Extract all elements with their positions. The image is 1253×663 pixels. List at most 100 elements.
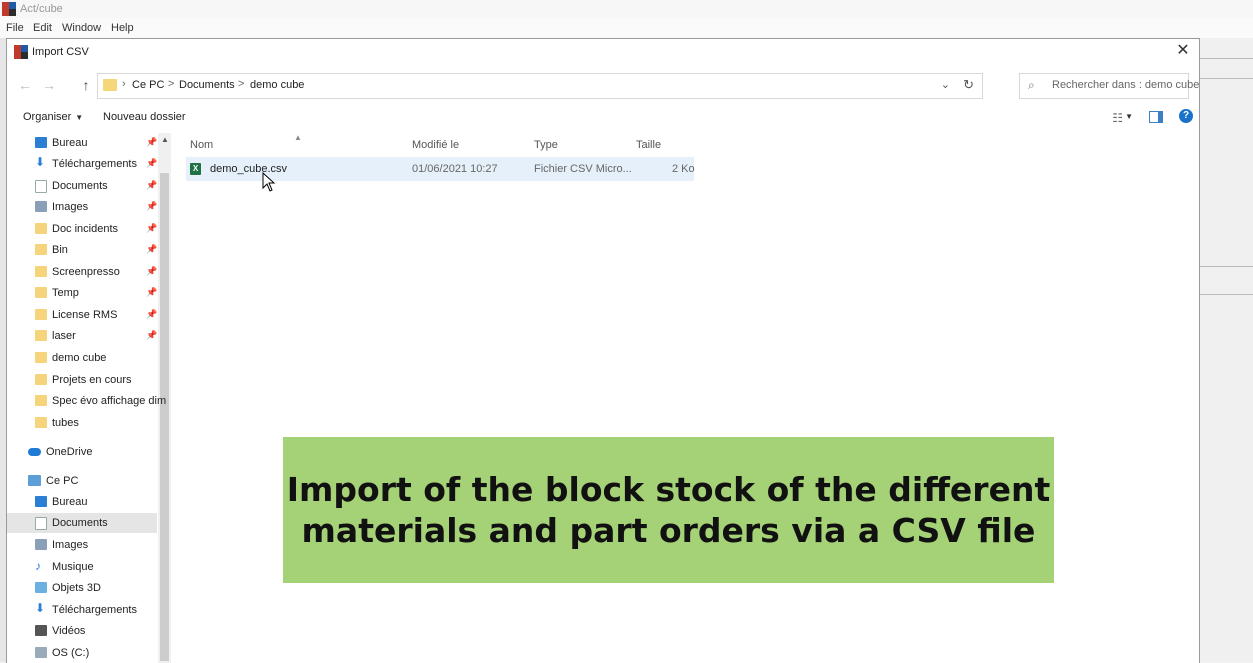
chevron-down-icon[interactable]: ▼ (1125, 112, 1133, 121)
music-icon: ♪ (35, 559, 41, 573)
sidebar-item-screenpresso[interactable]: Screenpresso 📌 (7, 262, 157, 282)
organize-button[interactable]: Organiser ▼ (23, 111, 83, 123)
scroll-up-icon[interactable]: ▲ (161, 135, 169, 144)
column-header-type[interactable]: Type (534, 139, 558, 151)
folder-icon (35, 309, 47, 320)
divider (1199, 294, 1253, 295)
sidebar-item-telechargements[interactable]: ⬇ Téléchargements 📌 (7, 154, 157, 174)
sidebar-item-label: Bin (52, 244, 68, 256)
3d-objects-icon (35, 582, 47, 593)
sidebar-item-this-pc[interactable]: Ce PC (7, 471, 157, 491)
navigation-pane: ▲ Bureau 📌 ⬇ Téléchargements 📌 Documents… (7, 133, 173, 663)
menu-edit[interactable]: Edit (33, 22, 52, 34)
sidebar-item-label: Documents (52, 517, 108, 529)
sidebar-item-laser[interactable]: laser 📌 (7, 326, 157, 346)
sidebar-item-label: Vidéos (52, 625, 86, 637)
pin-icon[interactable]: 📌 (146, 137, 157, 148)
sidebar-item-doc-incidents[interactable]: Doc incidents 📌 (7, 219, 157, 239)
close-button[interactable]: ✕ (1173, 41, 1193, 61)
onedrive-icon (28, 448, 41, 456)
divider (1199, 78, 1253, 79)
pin-icon[interactable]: 📌 (146, 309, 157, 320)
chevron-down-icon: ▼ (75, 113, 84, 122)
pin-icon[interactable]: 📌 (146, 330, 157, 341)
downloads-icon: ⬇ (35, 155, 46, 169)
menu-help[interactable]: Help (111, 22, 134, 34)
pin-icon[interactable]: 📌 (146, 266, 157, 277)
sidebar-item-label: laser (52, 330, 76, 342)
breadcrumb-this-pc[interactable]: Ce PC (132, 79, 164, 91)
images-icon (35, 201, 47, 212)
sidebar-item-spec-evo[interactable]: Spec évo affichage dim (7, 391, 166, 411)
search-box[interactable]: ⌕ Rechercher dans : demo cube (1019, 73, 1199, 99)
menu-window[interactable]: Window (62, 22, 101, 34)
sidebar-item-label: Projets en cours (52, 374, 132, 386)
background-app-panel (1199, 38, 1253, 662)
excel-csv-file-icon: X (190, 163, 201, 175)
sidebar-item-bin[interactable]: Bin 📌 (7, 240, 157, 260)
breadcrumb-chevron-icon[interactable]: > (168, 78, 174, 90)
sidebar-item-license-rms[interactable]: License RMS 📌 (7, 305, 157, 325)
folder-icon (35, 352, 47, 363)
pin-icon[interactable]: 📌 (146, 180, 157, 191)
breadcrumb-chevron-icon[interactable]: > (238, 78, 244, 90)
pin-icon[interactable]: 📌 (146, 244, 157, 255)
file-list: ▲ Nom Modifié le Type Taille X demo_cube… (174, 133, 1199, 663)
sidebar-item-demo-cube[interactable]: demo cube (7, 348, 157, 368)
sidebar-item-pc-telechargements[interactable]: ⬇ Téléchargements (7, 600, 157, 620)
pin-icon[interactable]: 📌 (146, 287, 157, 298)
sidebar-item-label: Bureau (52, 496, 88, 508)
sidebar-item-label: Images (52, 539, 89, 551)
folder-icon (103, 79, 117, 91)
sidebar-item-pc-musique[interactable]: ♪ Musique (7, 557, 157, 577)
sidebar-item-onedrive[interactable]: OneDrive (7, 442, 157, 462)
folder-icon (35, 417, 47, 428)
sidebar-item-label: Bureau (52, 137, 88, 149)
sidebar-item-documents[interactable]: Documents 📌 (7, 176, 157, 196)
address-bar[interactable]: › Ce PC > Documents > demo cube ⌄ ↻ (97, 73, 983, 99)
chevron-down-icon[interactable]: ⌄ (941, 78, 950, 91)
dialog-titlebar: Import CSV ✕ (7, 39, 1199, 65)
new-folder-button[interactable]: Nouveau dossier (103, 111, 186, 123)
sidebar-item-bureau[interactable]: Bureau 📌 (7, 133, 157, 153)
caption-banner: Import of the block stock of the differe… (283, 437, 1054, 583)
forward-arrow-icon[interactable]: → (40, 77, 58, 93)
back-arrow-icon[interactable]: ← (16, 77, 34, 93)
sidebar-item-pc-bureau[interactable]: Bureau (7, 492, 157, 512)
sidebar-item-tubes[interactable]: tubes (7, 413, 157, 433)
sidebar-item-pc-images[interactable]: Images (7, 535, 157, 555)
refresh-icon[interactable]: ↻ (963, 77, 974, 93)
up-arrow-icon[interactable]: ↑ (77, 77, 95, 93)
folder-icon (35, 374, 47, 385)
dialog-title: Import CSV (32, 46, 89, 58)
sidebar-item-pc-objets-3d[interactable]: Objets 3D (7, 578, 157, 598)
sidebar-item-projets-en-cours[interactable]: Projets en cours (7, 370, 157, 390)
file-modified: 01/06/2021 10:27 (412, 163, 498, 175)
sidebar-item-temp[interactable]: Temp 📌 (7, 283, 157, 303)
mouse-cursor-icon (262, 172, 276, 192)
app-logo-icon (14, 45, 28, 59)
column-header-name[interactable]: Nom (190, 139, 213, 151)
folder-icon (35, 287, 47, 298)
help-icon[interactable]: ? (1179, 109, 1193, 123)
sidebar-item-pc-documents[interactable]: Documents (7, 513, 157, 533)
column-header-size[interactable]: Taille (636, 139, 661, 151)
breadcrumb-documents[interactable]: Documents (179, 79, 235, 91)
column-header-modified[interactable]: Modifié le (412, 139, 459, 151)
sidebar-item-label: Doc incidents (52, 223, 119, 235)
pin-icon[interactable]: 📌 (146, 201, 157, 212)
sidebar-item-pc-os-c[interactable]: OS (C:) (7, 643, 157, 663)
view-options-icon[interactable]: ☷ (1112, 111, 1123, 125)
preview-pane-icon[interactable] (1149, 111, 1163, 123)
pin-icon[interactable]: 📌 (146, 158, 157, 169)
menu-file[interactable]: File (6, 22, 24, 34)
sidebar-item-pc-videos[interactable]: Vidéos (7, 621, 157, 641)
pin-icon[interactable]: 📌 (146, 223, 157, 234)
scrollbar-thumb[interactable] (160, 173, 169, 661)
breadcrumb-demo-cube[interactable]: demo cube (250, 79, 304, 91)
app-logo-icon (2, 2, 16, 16)
app-title-bar: Act/cube (0, 0, 1253, 18)
sidebar-item-label: Images (52, 201, 89, 213)
sidebar-item-images[interactable]: Images 📌 (7, 197, 157, 217)
search-placeholder: Rechercher dans : demo cube (1052, 79, 1200, 91)
